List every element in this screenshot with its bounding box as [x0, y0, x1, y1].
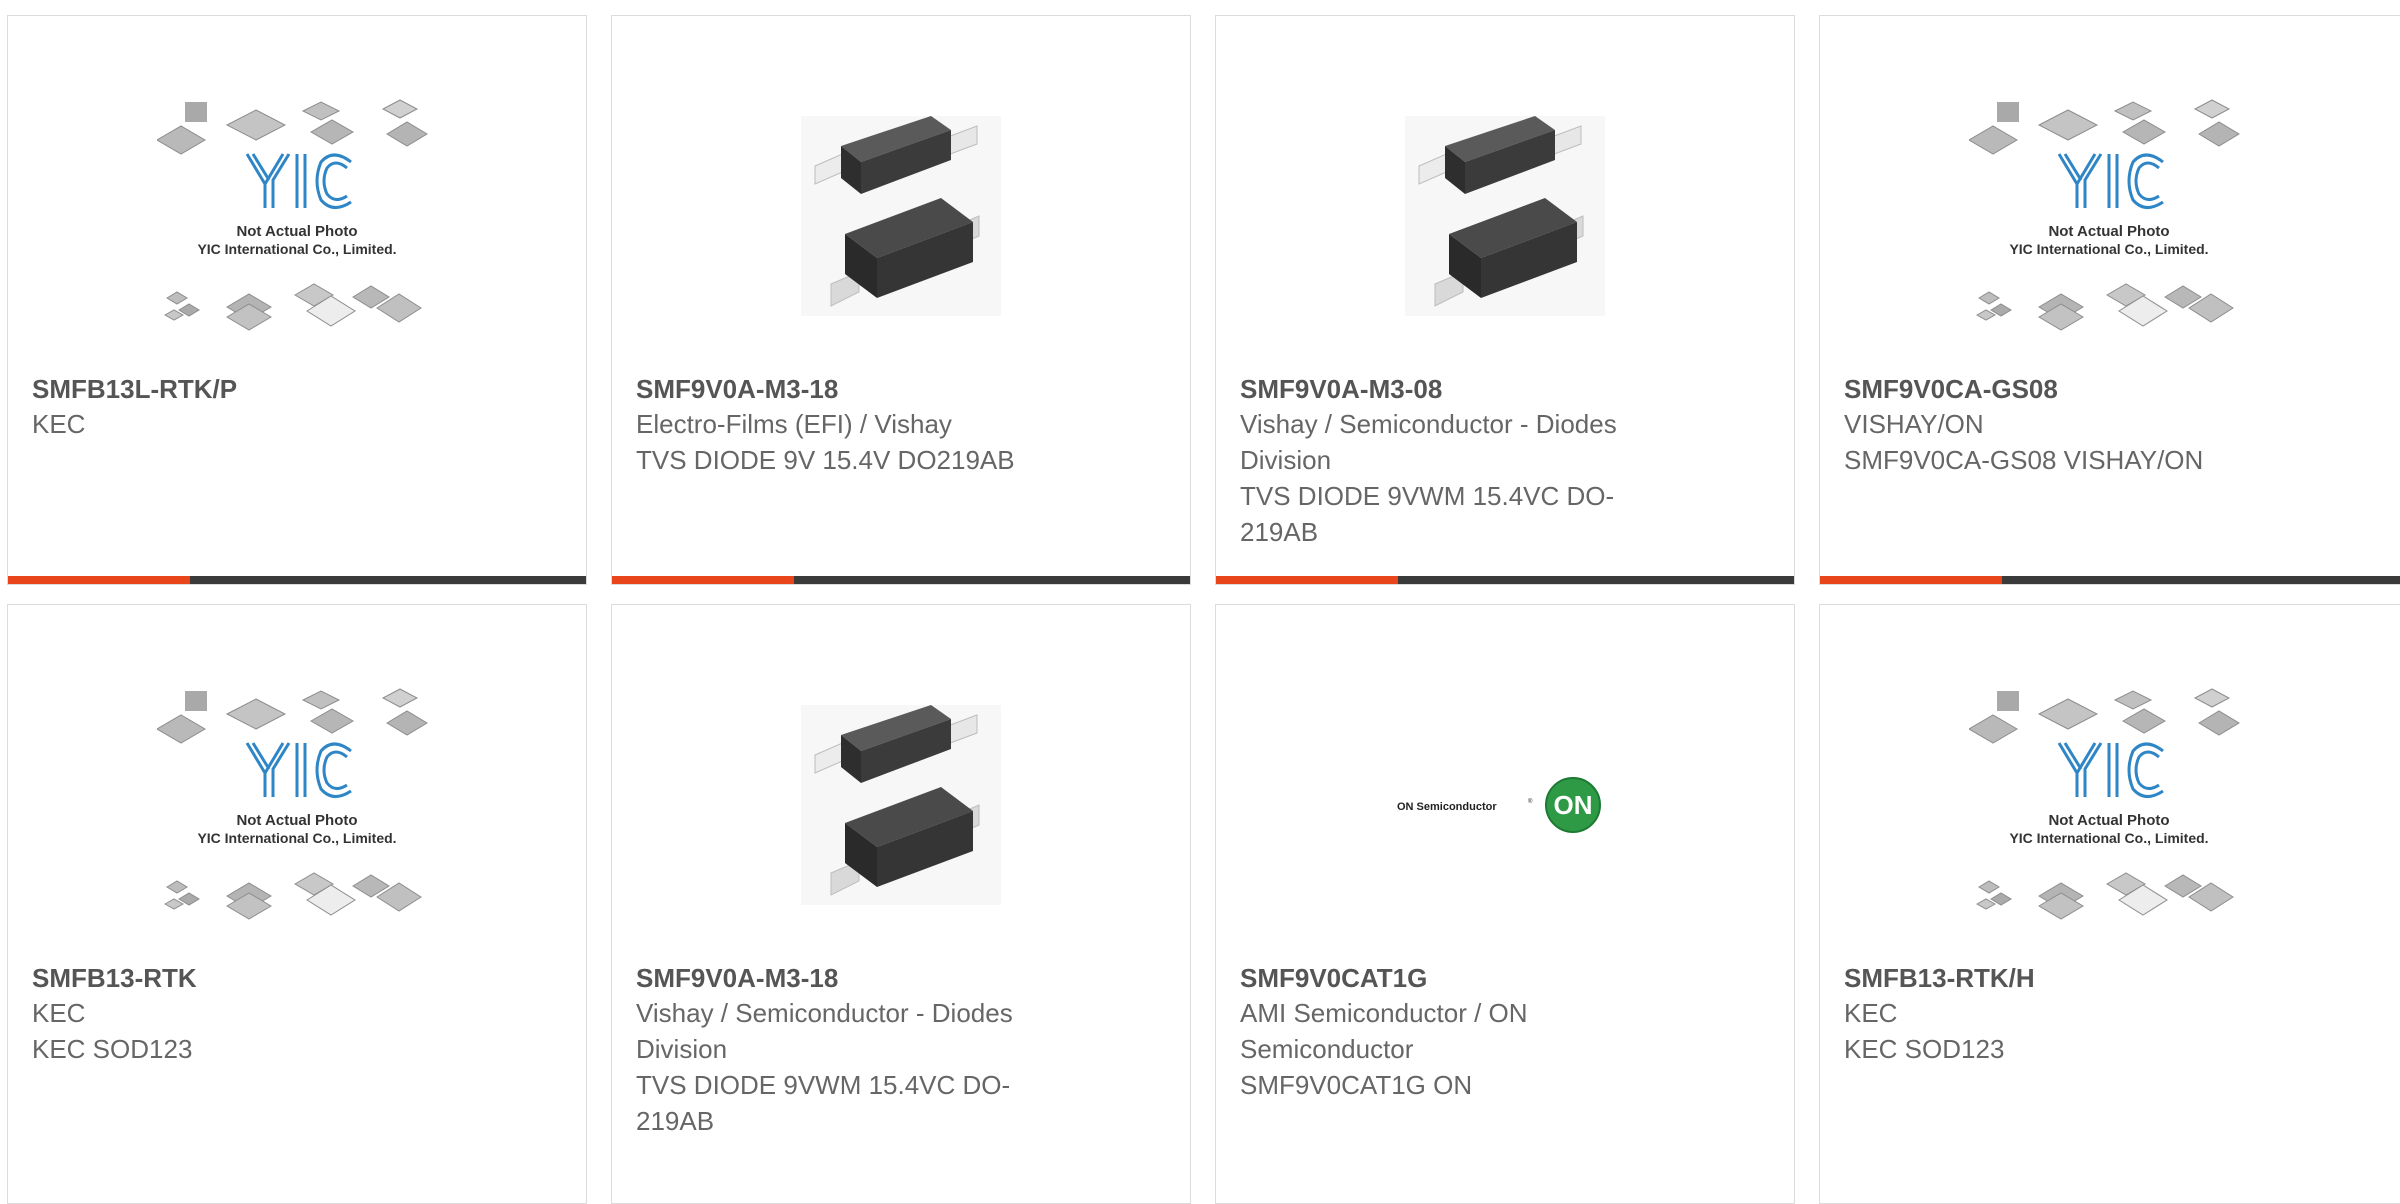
yic-caption-1: Not Actual Photo: [2048, 223, 2169, 240]
yic-caption-2: YIC International Co., Limited.: [2009, 241, 2208, 257]
card-accent-bar: [1216, 576, 1398, 584]
product-card[interactable]: Not Actual Photo YIC International Co., …: [7, 15, 587, 585]
product-image: Not Actual Photo YIC International Co., …: [1820, 76, 2398, 356]
description: TVS DIODE 9VWM 15.4VC DO-219AB: [1240, 481, 1615, 547]
yic-caption-2: YIC International Co., Limited.: [197, 241, 396, 257]
part-number[interactable]: SMF9V0A-M3-18: [636, 961, 1076, 995]
yic-caption-2: YIC International Co., Limited.: [197, 830, 396, 846]
product-card[interactable]: SMF9V0A-M3-18 Electro-Films (EFI) / Vish…: [611, 15, 1191, 585]
svg-text:®: ®: [1528, 798, 1533, 805]
manufacturer: Electro-Films (EFI) / Vishay: [636, 409, 952, 439]
part-number[interactable]: SMFB13L-RTK/P: [32, 372, 472, 406]
product-image: Not Actual Photo YIC International Co., …: [1820, 665, 2398, 945]
card-accent-bar: [8, 576, 190, 584]
manufacturer: Vishay / Semiconductor - Diodes Division: [636, 998, 1013, 1064]
manufacturer: KEC: [1844, 998, 1898, 1028]
product-card[interactable]: Not Actual Photo YIC International Co., …: [1819, 15, 2400, 585]
product-image: Not Actual Photo YIC International Co., …: [8, 76, 586, 356]
part-number[interactable]: SMFB13-RTK/H: [1844, 961, 2284, 995]
yic-caption-2: YIC International Co., Limited.: [2009, 830, 2208, 846]
product-grid: Not Actual Photo YIC International Co., …: [0, 0, 2400, 1204]
yic-placeholder-icon: Not Actual Photo YIC International Co., …: [157, 99, 428, 331]
product-card[interactable]: Not Actual Photo YIC International Co., …: [1819, 604, 2400, 1204]
yic-caption-1: Not Actual Photo: [236, 223, 357, 240]
description: TVS DIODE 9VWM 15.4VC DO-219AB: [636, 1070, 1011, 1136]
manufacturer: KEC: [32, 409, 86, 439]
manufacturer: VISHAY/ON: [1844, 409, 1984, 439]
description: KEC SOD123: [32, 1034, 193, 1064]
manufacturer: Vishay / Semiconductor - Diodes Division: [1240, 409, 1617, 475]
part-number[interactable]: SMF9V0CA-GS08: [1844, 372, 2284, 406]
description: KEC SOD123: [1844, 1034, 2005, 1064]
yic-caption-1: Not Actual Photo: [236, 812, 357, 829]
part-number[interactable]: SMFB13-RTK: [32, 961, 472, 995]
card-bottom-bar: [1820, 576, 2400, 584]
part-number[interactable]: SMF9V0A-M3-08: [1240, 372, 1680, 406]
product-image: [1216, 76, 1794, 356]
on-semi-logo-icon: ON Semiconductor ® ON: [1397, 777, 1601, 833]
part-number[interactable]: SMF9V0CAT1G: [1240, 961, 1680, 995]
product-card[interactable]: ON Semiconductor ® ON SMF9V0CAT1G AMI Se…: [1215, 604, 1795, 1204]
yic-caption-1: Not Actual Photo: [2048, 812, 2169, 829]
card-accent-bar: [1820, 576, 2002, 584]
diode-package-icon: [1405, 116, 1605, 316]
on-badge-text: ON: [1554, 790, 1593, 820]
product-card[interactable]: SMF9V0A-M3-18 Vishay / Semiconductor - D…: [611, 604, 1191, 1204]
yic-placeholder-icon: Not Actual Photo YIC International Co., …: [1969, 99, 2240, 331]
yic-placeholder-icon: Not Actual Photo YIC International Co., …: [157, 688, 428, 920]
description: SMF9V0CAT1G ON: [1240, 1070, 1473, 1100]
card-bottom-bar: [612, 576, 1190, 584]
diode-package-icon: [801, 116, 1001, 316]
product-image: ON Semiconductor ® ON: [1216, 665, 1794, 945]
product-image: [612, 76, 1190, 356]
product-card[interactable]: SMF9V0A-M3-08 Vishay / Semiconductor - D…: [1215, 15, 1795, 585]
card-bottom-bar: [1216, 576, 1794, 584]
product-card[interactable]: Not Actual Photo YIC International Co., …: [7, 604, 587, 1204]
product-image: Not Actual Photo YIC International Co., …: [8, 665, 586, 945]
product-image: [612, 665, 1190, 945]
card-accent-bar: [612, 576, 794, 584]
description: SMF9V0CA-GS08 VISHAY/ON: [1844, 445, 2204, 475]
card-bottom-bar: [8, 576, 586, 584]
manufacturer: KEC: [32, 998, 86, 1028]
on-semi-wordmark: ON Semiconductor: [1397, 801, 1497, 813]
diode-package-icon: [801, 705, 1001, 905]
manufacturer: AMI Semiconductor / ON Semiconductor: [1240, 998, 1528, 1064]
part-number[interactable]: SMF9V0A-M3-18: [636, 372, 1076, 406]
description: TVS DIODE 9V 15.4V DO219AB: [636, 445, 1015, 475]
yic-placeholder-icon: Not Actual Photo YIC International Co., …: [1969, 688, 2240, 920]
